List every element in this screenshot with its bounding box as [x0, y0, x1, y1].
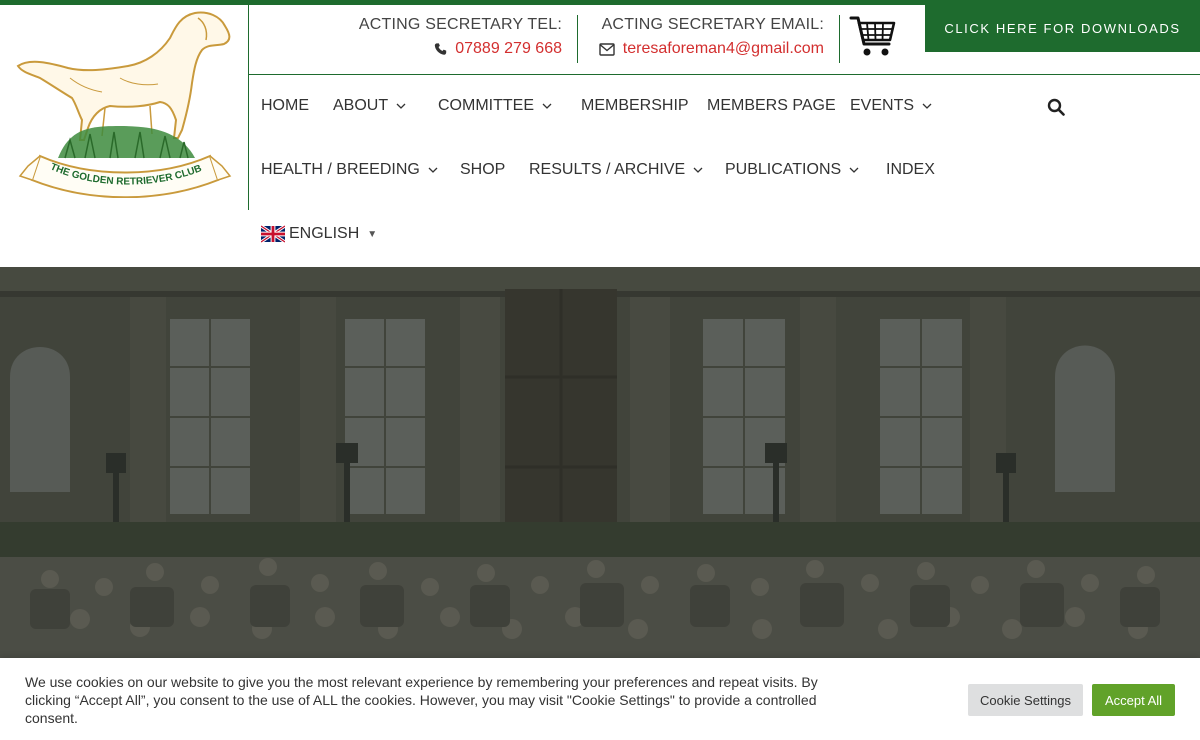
phone-icon	[435, 43, 447, 55]
nav-publications[interactable]: PUBLICATIONS	[725, 161, 859, 179]
cookie-message: We use cookies on our website to give yo…	[25, 674, 818, 726]
club-logo[interactable]: THE GOLDEN RETRIEVER CLUB	[10, 8, 240, 199]
tel-label: ACTING SECRETARY TEL:	[358, 16, 562, 33]
search-icon[interactable]	[1047, 98, 1065, 116]
language-caret: ▼	[367, 228, 378, 240]
secretary-phone-block: ACTING SECRETARY TEL: 07889 279 668	[359, 16, 562, 58]
chevron-down-icon	[693, 167, 703, 173]
downloads-button[interactable]: CLICK HERE FOR DOWNLOADS	[925, 5, 1200, 52]
logo-divider	[248, 5, 249, 210]
nav-shop[interactable]: SHOP	[460, 161, 505, 179]
nav-committee[interactable]: COMMITTEE	[438, 97, 552, 115]
secretary-email-block: ACTING SECRETARY EMAIL: teresaforeman4@g…	[599, 16, 824, 58]
nav-index[interactable]: INDEX	[886, 161, 935, 179]
envelope-icon	[599, 42, 615, 56]
golden-retriever-logo-graphic: THE GOLDEN RETRIEVER CLUB	[16, 11, 232, 199]
chevron-down-icon	[849, 167, 859, 173]
language-selector[interactable]: ENGLISH ▼	[261, 225, 377, 243]
nav-members-page[interactable]: MEMBERS PAGE	[707, 97, 836, 115]
nav-home[interactable]: HOME	[261, 97, 309, 115]
chevron-down-icon	[922, 103, 932, 109]
nav-results-archive[interactable]: RESULTS / ARCHIVE	[529, 161, 703, 179]
nav-membership[interactable]: MEMBERSHIP	[581, 97, 689, 115]
nav-health-breeding[interactable]: HEALTH / BREEDING	[261, 161, 438, 179]
cookie-settings-button[interactable]: Cookie Settings	[968, 684, 1083, 716]
header-divider	[249, 74, 1200, 75]
shopping-cart-icon[interactable]	[849, 14, 897, 60]
chevron-down-icon	[428, 167, 438, 173]
nav-events[interactable]: EVENTS	[850, 97, 932, 115]
email-link[interactable]: teresaforeman4@gmail.com	[623, 40, 824, 58]
nav-about[interactable]: ABOUT	[333, 97, 406, 115]
chevron-down-icon	[396, 103, 406, 109]
uk-flag-icon	[261, 225, 285, 243]
cookie-consent-banner: We use cookies on our website to give yo…	[0, 658, 1200, 740]
email-label: ACTING SECRETARY EMAIL:	[601, 16, 824, 33]
chevron-down-icon	[542, 103, 552, 109]
accept-all-button[interactable]: Accept All	[1092, 684, 1175, 716]
contact-divider	[839, 15, 840, 63]
language-label: ENGLISH	[289, 225, 360, 242]
tel-link[interactable]: 07889 279 668	[455, 40, 562, 58]
contact-divider	[577, 15, 578, 63]
